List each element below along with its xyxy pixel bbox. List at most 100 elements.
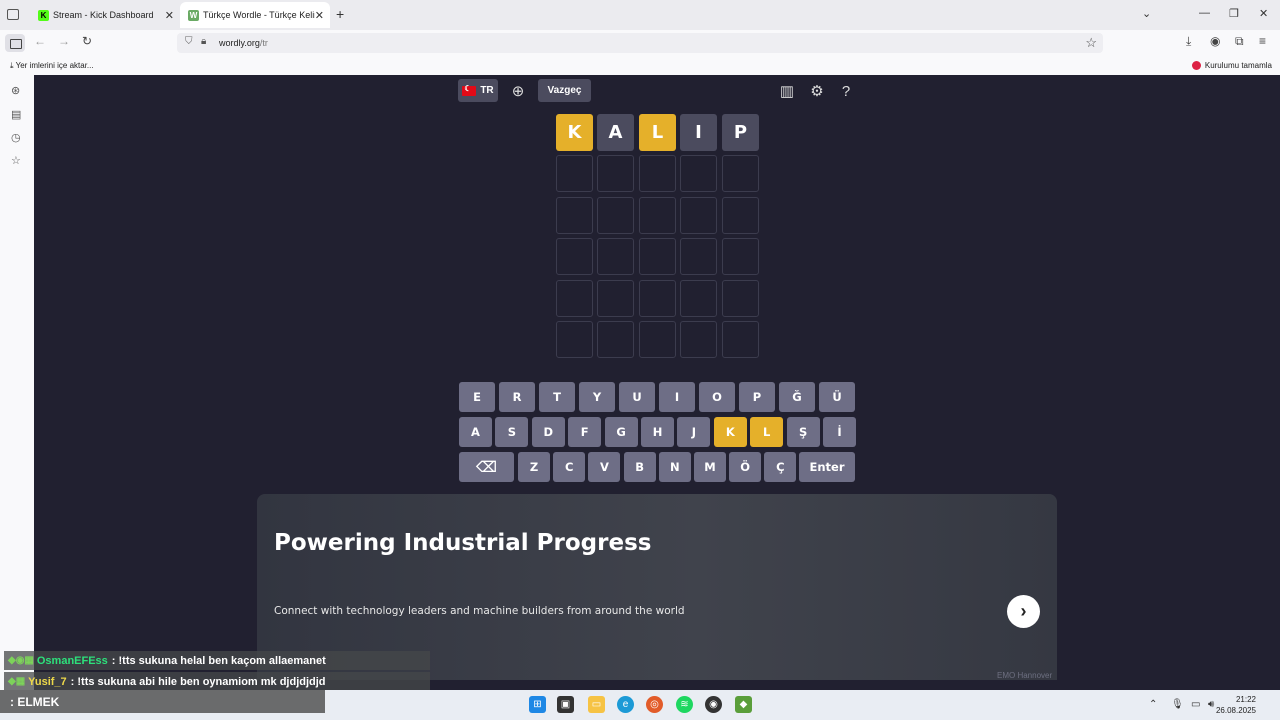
- chat-message: ◆◉▦ OsmanEFEss : !tts sukuna helal ben k…: [4, 651, 430, 670]
- wordle-favicon-icon: W: [188, 9, 199, 21]
- key[interactable]: G: [604, 417, 638, 447]
- key[interactable]: N: [658, 452, 691, 482]
- key[interactable]: Ğ: [779, 382, 815, 412]
- key[interactable]: K: [713, 417, 747, 447]
- close-icon[interactable]: ✕: [315, 9, 324, 22]
- key[interactable]: R: [499, 382, 535, 412]
- minimize-button[interactable]: —: [1199, 7, 1210, 19]
- chat-username: OsmanEFEss: [36, 654, 108, 667]
- key[interactable]: U: [619, 382, 655, 412]
- key[interactable]: H: [641, 417, 674, 447]
- tile-guess: I: [680, 114, 717, 151]
- bookmark-import-label: Yer imlerini içe aktar...: [15, 61, 94, 70]
- tile-guess: K: [556, 114, 593, 151]
- account-icon[interactable]: ◉: [1210, 34, 1220, 48]
- tile-empty: [556, 238, 593, 275]
- bookmark-import-link[interactable]: ⤓ Yer imlerini içe aktar...: [10, 61, 94, 71]
- restore-button[interactable]: ❐: [1229, 7, 1239, 20]
- window-close-button[interactable]: ✕: [1259, 7, 1268, 20]
- key[interactable]: O: [699, 382, 735, 412]
- tile-empty: [722, 280, 759, 317]
- taskbar: : ELMEK ⊞ ▣ ▭ e ◎ ≋ ◉ ◆ ⌃ 🎙︎ ▭ 🔊︎ 21:22 …: [0, 690, 1280, 720]
- tile-empty: [597, 321, 634, 358]
- tab-list-icon[interactable]: [7, 9, 19, 20]
- ad-title: Powering Industrial Progress: [274, 530, 652, 556]
- key[interactable]: Ş: [786, 417, 820, 447]
- reload-button[interactable]: ↻: [82, 34, 92, 48]
- turkey-flag-icon: [462, 84, 477, 96]
- settings-gear-icon[interactable]: ⚙: [806, 80, 828, 102]
- address-bar[interactable]: ⛉ 🔒︎ wordly.org/tr ☆: [177, 33, 1103, 53]
- chat-text: : !tts sukuna helal ben kaçom allaemanet: [111, 654, 326, 667]
- new-game-plus-icon[interactable]: ⊕: [507, 80, 529, 102]
- key[interactable]: D: [531, 417, 565, 447]
- key[interactable]: Y: [579, 382, 615, 412]
- key[interactable]: P: [739, 382, 775, 412]
- system-clock[interactable]: 21:22 26.08.2025: [1216, 694, 1256, 716]
- key[interactable]: Ç: [764, 452, 797, 482]
- setup-complete-link[interactable]: Kurulumu tamamla: [1191, 61, 1272, 70]
- forward-button[interactable]: →: [58, 34, 70, 48]
- windows-start-icon[interactable]: ⊞: [529, 696, 546, 713]
- navigation-bar: ← → ↻ ⛉ 🔒︎ wordly.org/tr ☆ ⤓ ◉ ⧉ ≡: [0, 30, 1280, 56]
- extensions-icon[interactable]: ⧉: [1235, 34, 1244, 49]
- enter-key[interactable]: Enter: [799, 452, 855, 482]
- menu-icon[interactable]: ≡: [1259, 34, 1266, 48]
- new-tab-button[interactable]: +: [336, 6, 344, 22]
- ai-chat-icon[interactable]: ⊛: [11, 84, 20, 97]
- backspace-key[interactable]: ⌫: [459, 452, 514, 482]
- tile-guess: A: [597, 114, 634, 151]
- key[interactable]: C: [553, 452, 586, 482]
- microphone-icon[interactable]: 🎙︎: [1171, 699, 1184, 710]
- tab-bar: K Stream - Kick Dashboard ✕ W Türkçe Wor…: [0, 0, 1280, 30]
- obs-icon[interactable]: ◉: [705, 696, 722, 713]
- synced-tabs-icon[interactable]: ▤: [11, 108, 21, 121]
- task-view-icon[interactable]: ▣: [557, 696, 574, 713]
- key[interactable]: J: [677, 417, 711, 447]
- key[interactable]: Ö: [729, 452, 762, 482]
- key[interactable]: S: [495, 417, 529, 447]
- downloads-icon[interactable]: ⤓: [1186, 34, 1191, 49]
- tile-empty: [639, 280, 676, 317]
- wordle-page: TR ⊕ Vazgeç ▥ ⚙ ? KALIP ERTYUIOPĞÜASDFGH…: [34, 75, 1280, 690]
- key[interactable]: Ü: [819, 382, 855, 412]
- bookmark-star-icon[interactable]: ☆: [1085, 35, 1097, 51]
- language-button[interactable]: TR: [458, 79, 498, 102]
- bookmarks-icon[interactable]: ☆: [11, 154, 21, 167]
- key[interactable]: L: [750, 417, 784, 447]
- lock-icon[interactable]: 🔒︎: [201, 36, 206, 47]
- tile-empty: [680, 280, 717, 317]
- history-icon[interactable]: ◷: [11, 131, 21, 144]
- tray-chevron-icon[interactable]: ⌃: [1149, 699, 1157, 710]
- key[interactable]: V: [588, 452, 621, 482]
- firefox-taskbar-icon[interactable]: ◎: [646, 696, 663, 713]
- chat-username: Yusif_7: [28, 675, 67, 688]
- ad-next-arrow-icon[interactable]: ›: [1007, 595, 1040, 628]
- key[interactable]: B: [623, 452, 656, 482]
- key[interactable]: I: [659, 382, 695, 412]
- tracking-shield-icon[interactable]: ⛉: [185, 36, 193, 47]
- key[interactable]: İ: [823, 417, 856, 447]
- statistics-icon[interactable]: ▥: [776, 80, 798, 102]
- key[interactable]: A: [459, 417, 492, 447]
- tab-kick-dashboard[interactable]: K Stream - Kick Dashboard ✕: [30, 2, 180, 28]
- network-icon[interactable]: ▭: [1191, 699, 1200, 710]
- spotify-icon[interactable]: ≋: [676, 696, 693, 713]
- key[interactable]: T: [539, 382, 575, 412]
- close-icon[interactable]: ✕: [165, 9, 174, 22]
- key[interactable]: Z: [518, 452, 550, 482]
- tab-overflow-chevron-icon[interactable]: ⌄: [1142, 7, 1151, 20]
- minecraft-icon[interactable]: ◆: [735, 696, 752, 713]
- tile-empty: [556, 197, 593, 234]
- help-icon[interactable]: ?: [835, 80, 857, 102]
- key[interactable]: E: [459, 382, 495, 412]
- tab-turkce-wordle[interactable]: W Türkçe Wordle - Türkçe Kelimel ✕: [180, 2, 330, 28]
- key[interactable]: M: [694, 452, 726, 482]
- file-explorer-icon[interactable]: ▭: [588, 696, 605, 713]
- edge-icon[interactable]: e: [617, 696, 634, 713]
- back-button[interactable]: ←: [34, 34, 46, 48]
- volume-icon[interactable]: 🔊︎: [1208, 699, 1214, 710]
- sidebar-toggle-icon[interactable]: [5, 34, 25, 52]
- give-up-button[interactable]: Vazgeç: [538, 79, 591, 102]
- key[interactable]: F: [568, 417, 602, 447]
